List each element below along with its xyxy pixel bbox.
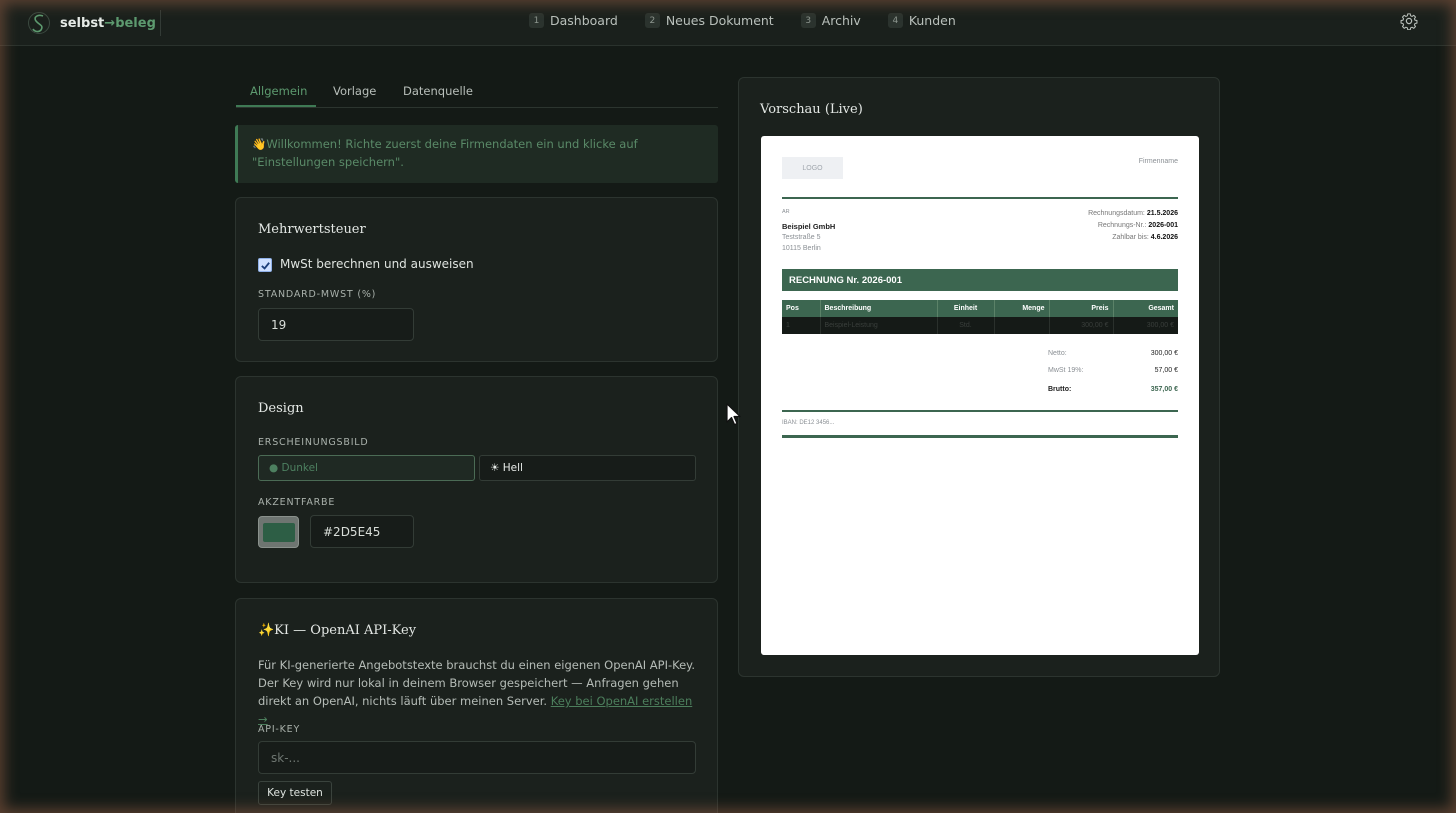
due-date-label: Zahlbar bis: [1112, 234, 1149, 241]
invoice-date: 21.5.2026 [1146, 210, 1178, 217]
logo-placeholder: LOGO [782, 157, 843, 179]
recipient-name: Beispiel GmbH [782, 222, 836, 231]
recipient-city: 10115 Berlin [782, 245, 821, 252]
table-cell: Std. [937, 317, 995, 334]
nav-item-new-document[interactable]: 2 Neues Dokument [644, 13, 774, 28]
tab-general[interactable]: Allgemein [250, 84, 307, 98]
nav-number: 4 [887, 13, 903, 28]
nav-label: Neues Dokument [665, 13, 774, 28]
table-cell: Beispiel-Leistung [820, 317, 938, 334]
accent-color-swatch [262, 522, 295, 542]
net-label: Netto: [1048, 350, 1067, 357]
nav-label: Archiv [821, 13, 861, 28]
nav-label: Dashboard [550, 13, 618, 28]
appearance-label: ERSCHEINUNGSBILD [258, 437, 369, 448]
vat-checkbox-label: MwSt berechnen und ausweisen [280, 257, 474, 271]
nav-item-archive[interactable]: 3 Archiv [800, 13, 861, 28]
invoice-number-label: Rechnungs-Nr.: [1097, 222, 1147, 229]
column-header: Menge [994, 300, 1050, 317]
table-cell: 1 [782, 317, 821, 334]
recipient-street: Teststraße 5 [782, 234, 821, 241]
active-tab-indicator [236, 105, 316, 107]
api-key-label: API-KEY [258, 724, 301, 735]
accent-color-input[interactable]: #2D5E45 [310, 515, 414, 548]
appearance-dark-option[interactable]: ● Dunkel [258, 455, 475, 481]
table-row: 1 Beispiel-Leistung Std. 300,00 € 300,00… [782, 317, 1178, 334]
nav-label: Kunden [908, 13, 956, 28]
accent-color-picker[interactable] [258, 516, 299, 548]
nav-item-customers[interactable]: 4 Kunden [887, 13, 956, 28]
invoice-date-label: Rechnungsdatum: [1088, 210, 1145, 217]
check-icon [260, 261, 270, 270]
iban-text: IBAN: DE12 3456... [782, 420, 835, 426]
due-date-row: Zahlbar bis: 4.6.2026 [1112, 234, 1178, 241]
column-header: Beschreibung [820, 300, 938, 317]
invoice-banner: RECHNUNG Nr. 2026-001 [782, 269, 1178, 291]
column-header: Einheit [937, 300, 995, 317]
table-cell [994, 317, 1050, 334]
preview-title: Vorschau (Live) [760, 102, 863, 117]
divider [160, 10, 161, 36]
tab-template[interactable]: Vorlage [333, 84, 376, 98]
brand[interactable]: selbst→beleg [28, 10, 156, 36]
column-header: Preis [1049, 300, 1114, 317]
ai-description: Für KI-generierte Angebotstexte brauchst… [258, 656, 698, 728]
welcome-banner: 👋Willkommen! Richte zuerst deine Firmend… [235, 125, 718, 183]
settings-tabs: Allgemein Vorlage Datenquelle [236, 78, 718, 108]
mouse-cursor-icon [726, 403, 741, 426]
nav-item-dashboard[interactable]: 1 Dashboard [529, 13, 618, 28]
table-cell: 300,00 € [1113, 317, 1178, 334]
vat-card: Mehrwertsteuer MwSt berechnen und auswei… [235, 197, 718, 362]
brand-logo-icon [28, 12, 50, 34]
gross-label: Brutto: [1048, 386, 1072, 393]
company-name: Firmenname [1138, 158, 1178, 165]
main-nav: 1 Dashboard 2 Neues Dokument 3 Archiv 4 … [529, 13, 983, 28]
net-value: 300,00 € [1150, 350, 1178, 357]
footer-bar [782, 435, 1178, 438]
nav-number: 2 [644, 13, 660, 28]
top-bar: selbst→beleg 1 Dashboard 2 Neues Dokumen… [0, 0, 1456, 46]
vat-value: 57,00 € [1154, 367, 1178, 374]
test-key-button[interactable]: Key testen [258, 781, 332, 805]
vat-title: Mehrwertsteuer [258, 222, 366, 237]
gross-value: 357,00 € [1150, 386, 1178, 393]
column-header: Gesamt [1113, 300, 1178, 317]
brand-name: selbst→beleg [60, 15, 156, 31]
invoice-date-row: Rechnungsdatum: 21.5.2026 [1088, 210, 1178, 217]
column-header: Pos [782, 300, 821, 317]
ai-title: ✨KI — OpenAI API-Key [258, 623, 417, 638]
design-title: Design [258, 401, 304, 416]
appearance-light-option[interactable]: ☀ Hell [479, 455, 696, 481]
vat-rate-label: STANDARD-MWST (%) [258, 289, 377, 300]
invoice-number-row: Rechnungs-Nr.: 2026-001 [1098, 222, 1178, 229]
table-cell: 300,00 € [1049, 317, 1114, 334]
preview-panel: Vorschau (Live) LOGO Firmenname AR Beisp… [738, 77, 1220, 677]
api-key-input[interactable]: sk-... [258, 741, 696, 774]
vat-rate-input[interactable]: 19 [258, 308, 414, 341]
due-date: 4.6.2026 [1150, 234, 1178, 241]
nav-number: 1 [529, 13, 544, 28]
welcome-text: Willkommen! Richte zuerst deine Firmenda… [252, 137, 638, 169]
header-rule [782, 197, 1178, 199]
invoice-preview: LOGO Firmenname AR Beispiel GmbH Teststr… [761, 136, 1199, 655]
wave-icon: 👋 [252, 137, 267, 151]
tab-datasource[interactable]: Datenquelle [403, 84, 473, 98]
invoice-number: 2026-001 [1148, 222, 1178, 229]
vat-checkbox[interactable] [258, 258, 272, 272]
gear-icon[interactable] [1400, 12, 1418, 30]
footer-rule [782, 410, 1178, 412]
table-header-row: Pos Beschreibung Einheit Menge Preis Ges… [782, 300, 1178, 317]
nav-number: 3 [800, 13, 816, 28]
accent-color-label: AKZENTFARBE [258, 497, 336, 508]
ai-card: ✨KI — OpenAI API-Key Für KI-generierte A… [235, 598, 718, 813]
design-card: Design ERSCHEINUNGSBILD ● Dunkel ☀ Hell … [235, 376, 718, 583]
invoice-items-table: Pos Beschreibung Einheit Menge Preis Ges… [782, 300, 1178, 334]
sender-line: AR [782, 209, 790, 215]
vat-label: MwSt 19%: [1048, 367, 1084, 374]
